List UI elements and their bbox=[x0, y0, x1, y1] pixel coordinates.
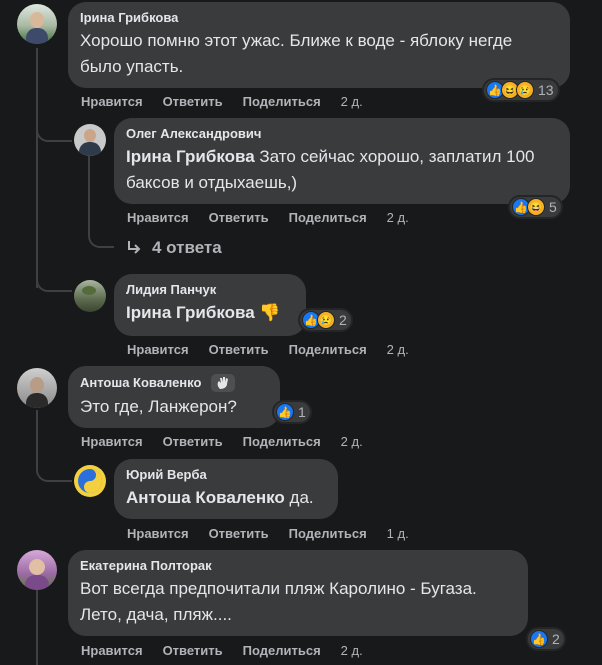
reactions-summary[interactable]: 👍 😢 2 bbox=[300, 310, 351, 330]
like-button[interactable]: Нравится bbox=[81, 643, 143, 658]
sad-reaction-icon: 😢 bbox=[516, 81, 534, 99]
comment-author[interactable]: Олег Александрович bbox=[126, 126, 558, 142]
reactions-summary[interactable]: 👍 2 bbox=[528, 629, 564, 649]
comment-author[interactable]: Лидия Панчук bbox=[126, 282, 294, 298]
like-button[interactable]: Нравится bbox=[127, 342, 189, 357]
reaction-count: 1 bbox=[298, 404, 306, 420]
comment-text: Хорошо помню этот ужас. Ближе к воде - я… bbox=[80, 31, 513, 76]
comment-bubble: Олег Александрович Ірина Грибкова Зато с… bbox=[114, 118, 570, 204]
reply-button[interactable]: Ответить bbox=[163, 643, 223, 658]
like-button[interactable]: Нравится bbox=[81, 94, 143, 109]
comment-author[interactable]: Екатерина Полторак bbox=[80, 558, 516, 574]
like-button[interactable]: Нравится bbox=[81, 434, 143, 449]
mention-link[interactable]: Ірина Грибкова bbox=[126, 303, 255, 322]
comment-actions: Нравится Ответить Поделиться 2 д. bbox=[127, 342, 409, 357]
reply-button[interactable]: Ответить bbox=[163, 94, 223, 109]
share-button[interactable]: Поделиться bbox=[243, 643, 321, 658]
share-button[interactable]: Поделиться bbox=[289, 342, 367, 357]
avatar[interactable] bbox=[74, 124, 106, 156]
reply-button[interactable]: Ответить bbox=[209, 342, 269, 357]
reply-arrow-icon bbox=[128, 241, 141, 254]
reactions-summary[interactable]: 👍 1 bbox=[274, 402, 310, 422]
reaction-count: 5 bbox=[549, 199, 557, 215]
thread-branch bbox=[88, 224, 114, 248]
comment-author[interactable]: Ірина Грибкова bbox=[80, 10, 558, 26]
thread-branch bbox=[36, 458, 72, 482]
waving-hand-badge-icon bbox=[211, 374, 236, 392]
avatar[interactable] bbox=[17, 550, 57, 590]
timestamp[interactable]: 2 д. bbox=[341, 643, 363, 658]
comment-actions: Нравится Ответить Поделиться 2 д. bbox=[81, 643, 363, 658]
comment-bubble: Антоша Коваленко Это где, Ланжерон? bbox=[68, 366, 280, 428]
replies-count: 4 ответа bbox=[152, 238, 222, 257]
reply-button[interactable]: Ответить bbox=[209, 526, 269, 541]
comment-bubble: Ірина Грибкова Хорошо помню этот ужас. Б… bbox=[68, 2, 570, 88]
reaction-count: 13 bbox=[538, 82, 554, 98]
comment-author: Антоша Коваленко bbox=[80, 374, 268, 392]
like-button[interactable]: Нравится bbox=[127, 526, 189, 541]
thread-branch bbox=[36, 268, 72, 292]
comment-bubble: Юрий Верба Антоша Коваленко да. bbox=[114, 459, 338, 519]
like-reaction-icon: 👍 bbox=[530, 630, 548, 648]
view-more-replies[interactable]: 4 ответа bbox=[126, 238, 222, 258]
sad-reaction-icon: 😢 bbox=[317, 311, 335, 329]
reply-button[interactable]: Ответить bbox=[163, 434, 223, 449]
comment-author[interactable]: Юрий Верба bbox=[126, 467, 326, 483]
reactions-summary[interactable]: 👍 😆 😢 13 bbox=[484, 80, 558, 100]
comment-actions: Нравится Ответить Поделиться 1 д. bbox=[127, 526, 409, 541]
comment-text: Антоша Коваленко да. bbox=[126, 488, 314, 507]
comment-bubble: Лидия Панчук Ірина Грибкова 👎 bbox=[114, 274, 306, 336]
comment-bubble: Екатерина Полторак Вот всегда предпочита… bbox=[68, 550, 528, 636]
haha-reaction-icon: 😆 bbox=[527, 198, 545, 216]
avatar[interactable] bbox=[17, 4, 57, 44]
comment-author-name[interactable]: Антоша Коваленко bbox=[80, 375, 201, 391]
timestamp[interactable]: 2 д. bbox=[341, 434, 363, 449]
timestamp[interactable]: 2 д. bbox=[341, 94, 363, 109]
mention-link[interactable]: Ірина Грибкова bbox=[126, 147, 255, 166]
like-reaction-icon: 👍 bbox=[276, 403, 294, 421]
thread-line bbox=[36, 590, 38, 665]
avatar[interactable] bbox=[74, 465, 106, 497]
share-button[interactable]: Поделиться bbox=[243, 434, 321, 449]
comment-text: Ірина Грибкова Зато сейчас хорошо, запла… bbox=[126, 147, 535, 192]
share-button[interactable]: Поделиться bbox=[289, 210, 367, 225]
timestamp[interactable]: 2 д. bbox=[387, 342, 409, 357]
comment-actions: Нравится Ответить Поделиться 2 д. bbox=[81, 94, 363, 109]
thread-branch bbox=[36, 120, 72, 142]
reply-button[interactable]: Ответить bbox=[209, 210, 269, 225]
comment-text: Вот всегда предпочитали пляж Каролино - … bbox=[80, 579, 477, 624]
comment-actions: Нравится Ответить Поделиться 2 д. bbox=[127, 210, 409, 225]
share-button[interactable]: Поделиться bbox=[243, 94, 321, 109]
comment-text: Это где, Ланжерон? bbox=[80, 397, 237, 416]
like-button[interactable]: Нравится bbox=[127, 210, 189, 225]
comment-actions: Нравится Ответить Поделиться 2 д. bbox=[81, 434, 363, 449]
reactions-summary[interactable]: 👍 😆 5 bbox=[510, 197, 561, 217]
yin-yang-icon bbox=[78, 469, 102, 493]
reaction-count: 2 bbox=[339, 312, 347, 328]
share-button[interactable]: Поделиться bbox=[289, 526, 367, 541]
comment-text: Ірина Грибкова 👎 bbox=[126, 303, 281, 322]
avatar[interactable] bbox=[17, 368, 57, 408]
timestamp[interactable]: 1 д. bbox=[387, 526, 409, 541]
mention-link[interactable]: Антоша Коваленко bbox=[126, 488, 285, 507]
thread-line bbox=[36, 48, 38, 288]
avatar[interactable] bbox=[74, 280, 106, 312]
timestamp[interactable]: 2 д. bbox=[387, 210, 409, 225]
reaction-count: 2 bbox=[552, 631, 560, 647]
